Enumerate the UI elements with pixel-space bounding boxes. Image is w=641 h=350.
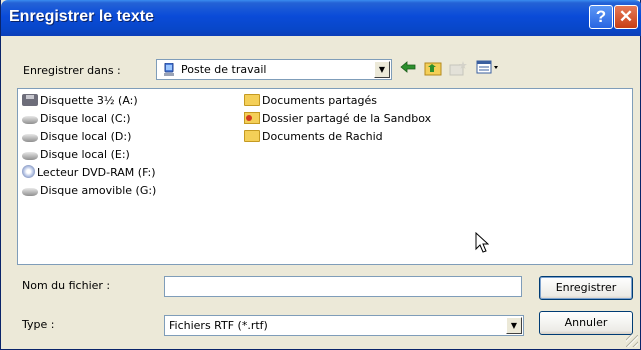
item-label: Disquette 3½ (A:) [40, 94, 138, 107]
list-item[interactable]: Disquette 3½ (A:) [22, 93, 138, 109]
dialog-title: Enregistrer le texte [9, 8, 154, 25]
type-label: Type : [22, 318, 55, 331]
up-folder-icon[interactable] [423, 60, 443, 78]
view-menu-icon[interactable] [475, 60, 501, 78]
filename-label: Nom du fichier : [22, 279, 111, 292]
computer-icon [163, 62, 175, 76]
list-item[interactable]: Lecteur DVD-RAM (F:) [22, 165, 156, 181]
item-label: Disque local (C:) [40, 112, 131, 125]
hard-disk-icon [22, 134, 38, 142]
list-item[interactable]: Disque amovible (G:) [22, 183, 156, 199]
title-bar[interactable]: Enregistrer le texte ? ✕ [1, 0, 641, 36]
help-button[interactable]: ? [589, 5, 613, 29]
chevron-down-icon[interactable]: ▼ [374, 61, 390, 78]
folder-icon [244, 94, 260, 106]
item-label: Lecteur DVD-RAM (F:) [37, 166, 156, 179]
type-value: Fichiers RTF (*.rtf) [169, 319, 268, 332]
save-dialog: Enregistrer le texte ? ✕ Enregistrer dan… [0, 0, 641, 350]
cancel-button[interactable]: Annuler [539, 311, 633, 335]
shared-folder-icon [244, 112, 260, 124]
dvd-drive-icon [22, 165, 35, 178]
list-item[interactable]: Disque local (D:) [22, 129, 131, 145]
hard-disk-icon [22, 116, 38, 124]
filename-field[interactable] [164, 276, 522, 297]
save-in-value: Poste de travail [181, 63, 267, 76]
item-label: Dossier partagé de la Sandbox [262, 112, 432, 125]
item-label: Documents partagés [262, 94, 377, 107]
hard-disk-icon [22, 152, 38, 160]
file-list[interactable]: Disquette 3½ (A:) Disque local (C:) Disq… [17, 88, 633, 265]
list-item[interactable]: Documents partagés [244, 93, 377, 109]
chevron-down-icon[interactable]: ▼ [506, 317, 522, 334]
resize-grip-icon[interactable] [626, 335, 638, 347]
removable-disk-icon [22, 188, 38, 196]
close-button[interactable]: ✕ [614, 5, 638, 29]
list-item[interactable]: Disque local (E:) [22, 147, 130, 163]
folder-icon [244, 130, 260, 142]
save-in-label: Enregistrer dans : [23, 64, 121, 77]
list-item[interactable]: Disque local (C:) [22, 111, 131, 127]
type-dropdown[interactable]: Fichiers RTF (*.rtf) ▼ [164, 315, 524, 336]
item-label: Disque amovible (G:) [40, 184, 157, 197]
back-arrow-icon[interactable] [398, 60, 418, 78]
item-label: Disque local (E:) [40, 148, 130, 161]
save-button[interactable]: Enregistrer [539, 276, 633, 300]
list-item[interactable]: Documents de Rachid [244, 129, 383, 145]
item-label: Documents de Rachid [262, 130, 383, 143]
save-in-dropdown[interactable]: Poste de travail ▼ [156, 59, 392, 80]
item-label: Disque local (D:) [40, 130, 132, 143]
list-item[interactable]: Dossier partagé de la Sandbox [244, 111, 431, 127]
new-folder-icon[interactable] [448, 60, 468, 78]
mouse-cursor-icon [475, 232, 489, 253]
floppy-icon [22, 94, 38, 106]
